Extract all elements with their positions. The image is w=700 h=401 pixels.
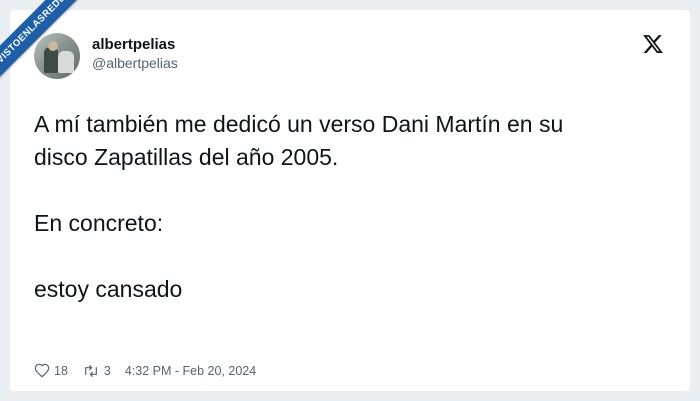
tweet-card: albertpelias @albertpelias A mí también …: [10, 10, 690, 391]
like-button[interactable]: 18: [34, 363, 68, 379]
watermark-ribbon: VISTOENLASREDES: [0, 0, 90, 90]
retweet-icon: [84, 365, 97, 377]
tweet-text-line: disco Zapatillas del año 2005.: [34, 144, 339, 170]
retweet-button[interactable]: 3: [82, 363, 111, 379]
tweet-text-line: estoy cansado: [34, 276, 183, 302]
like-count: 18: [54, 364, 68, 378]
watermark-label: VISTOENLASREDES: [0, 0, 90, 90]
user-handle[interactable]: @albertpelias: [92, 55, 178, 71]
heart-icon: [34, 363, 50, 378]
tweet-text-line: En concreto:: [34, 210, 164, 236]
display-name[interactable]: albertpelias: [92, 36, 175, 53]
tweet-timestamp[interactable]: 4:32 PM - Feb 20, 2024: [125, 364, 256, 378]
tweet-text: A mí también me dedicó un verso Dani Mar…: [34, 108, 674, 306]
tweet-text-line: A mí también me dedicó un verso Dani Mar…: [34, 111, 564, 137]
retweet-count: 3: [103, 364, 111, 378]
tweet-footer: 18 3 4:32 PM - Feb 20, 2024: [34, 361, 256, 381]
x-logo-icon[interactable]: [642, 33, 664, 55]
